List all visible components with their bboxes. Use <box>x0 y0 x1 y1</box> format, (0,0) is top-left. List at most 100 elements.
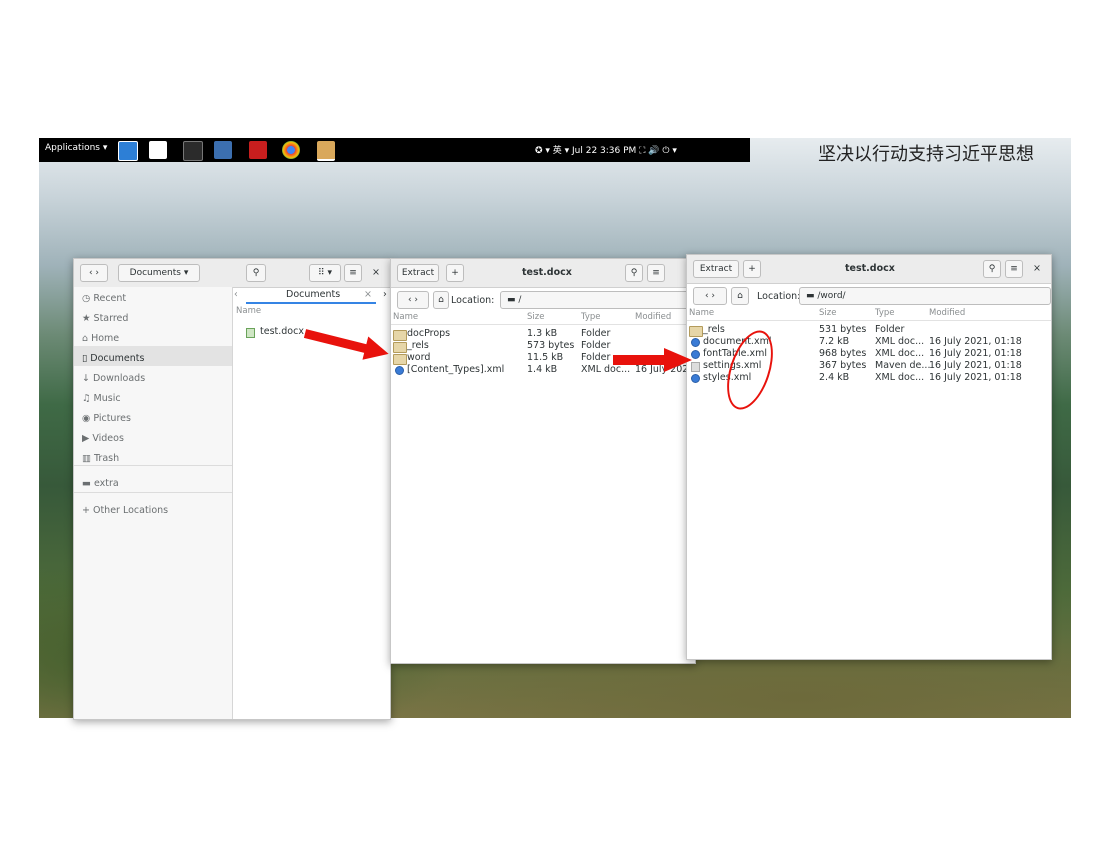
sidebar-item-home[interactable]: ⌂ Home <box>82 333 119 344</box>
top-panel: Applications ▾ ✪ ▾ 英 ▾ Jul 22 3:36 PM ⛶ … <box>39 138 750 162</box>
sidebar-item-pictures[interactable]: ◉ Pictures <box>82 413 131 424</box>
annotation-arrow-2-head <box>664 348 692 372</box>
xml-file-icon <box>691 350 700 359</box>
text-editor-icon[interactable] <box>149 141 167 159</box>
extract-button[interactable]: Extract <box>693 260 739 278</box>
column-header-type[interactable]: Type <box>581 312 601 322</box>
table-row[interactable]: _rels 573 bytes Folder <box>391 340 695 353</box>
archive-manager-icon[interactable] <box>317 141 335 161</box>
sidebar-item-other-locations[interactable]: + Other Locations <box>82 505 168 516</box>
sidebar-item-label: Starred <box>93 313 129 324</box>
menu-icon[interactable]: ≡ <box>344 264 362 282</box>
search-icon[interactable]: ⚲ <box>625 264 643 282</box>
table-row[interactable]: _rels 531 bytes Folder <box>687 324 1051 337</box>
tab-close-icon[interactable]: × <box>364 289 372 300</box>
sidebar-item-documents[interactable]: ▯ Documents <box>82 353 144 364</box>
video-icon: ▶ <box>82 433 93 444</box>
column-header-size[interactable]: Size <box>527 312 544 322</box>
column-header-name[interactable]: Name <box>689 308 714 318</box>
search-icon[interactable]: ⚲ <box>983 260 1001 278</box>
app-launcher-icon[interactable] <box>214 141 232 159</box>
docx-file-icon <box>246 328 255 338</box>
location-entry[interactable]: ▬ /word/ <box>799 287 1051 305</box>
sidebar-item-recent[interactable]: ◷ Recent <box>82 293 126 304</box>
sidebar: ◷ Recent ★ Starred ⌂ Home ▯ Documents ↓ Down… <box>74 287 233 719</box>
system-status-area[interactable]: ✪ ▾ 英 ▾ Jul 22 3:36 PM ⛶ 🔊 ⏻ ▾ <box>535 143 677 156</box>
sidebar-item-label: Music <box>93 393 121 404</box>
cell-name: _rels <box>407 340 429 351</box>
tab-scroll-right[interactable]: › <box>383 289 387 300</box>
table-row[interactable]: docProps 1.3 kB Folder <box>391 328 695 341</box>
sidebar-item-extra[interactable]: ▬ extra <box>82 478 119 489</box>
sidebar-item-trash[interactable]: ▥ Trash <box>82 453 119 464</box>
close-icon[interactable]: × <box>372 267 380 278</box>
sidebar-item-videos[interactable]: ▶ Videos <box>82 433 124 444</box>
sidebar-item-label: Documents <box>90 353 145 364</box>
extract-button[interactable]: Extract <box>397 264 439 282</box>
path-bar-documents[interactable]: Documents ▾ <box>118 264 200 282</box>
cell-type: XML doc... <box>875 348 925 359</box>
close-icon[interactable]: × <box>1033 263 1041 274</box>
sidebar-item-label: + Other Locations <box>82 505 169 516</box>
location-label: Location: <box>451 295 495 306</box>
sidebar-divider <box>74 492 232 493</box>
sidebar-item-label: Videos <box>92 433 124 444</box>
sidebar-item-label: Downloads <box>92 373 146 384</box>
column-header-type[interactable]: Type <box>875 308 895 318</box>
file-manager-window: ‹ › Documents ▾ ⚲ ⠿ ▾ ≡ × ◷ Recent ★ Star… <box>73 258 391 720</box>
location-entry[interactable]: ▬ / <box>500 291 695 309</box>
add-button[interactable]: + <box>743 260 761 278</box>
sidebar-item-label: Recent <box>93 293 127 304</box>
sidebar-item-music[interactable]: ♫ Music <box>82 393 121 404</box>
sidebar-item-label: extra <box>94 478 119 489</box>
sidebar-item-label: Trash <box>94 453 120 464</box>
sidebar-item-starred[interactable]: ★ Starred <box>82 313 128 324</box>
cell-type: Folder <box>581 340 611 351</box>
applications-menu[interactable]: Applications ▾ <box>45 143 107 153</box>
view-options-button[interactable]: ⠿ ▾ <box>309 264 341 282</box>
cell-size: 367 bytes <box>819 360 867 371</box>
cell-modified: 16 July 2021, 01:18 <box>929 336 1022 347</box>
active-tab-indicator <box>246 302 376 304</box>
file-test-docx[interactable]: test.docx <box>260 326 304 337</box>
chrome-icon[interactable] <box>282 141 300 159</box>
home-icon[interactable]: ⌂ <box>731 287 749 305</box>
clock-icon: ◷ <box>82 293 94 304</box>
file-icon <box>691 362 700 372</box>
home-icon: ⌂ <box>82 333 92 344</box>
tab-documents[interactable]: Documents <box>286 289 340 300</box>
back-forward-buttons[interactable]: ‹ › <box>80 264 108 282</box>
menu-icon[interactable]: ≡ <box>1005 260 1023 278</box>
column-header-modified[interactable]: Modified <box>635 312 671 322</box>
camera-icon: ◉ <box>82 413 94 424</box>
xml-file-icon <box>691 374 700 383</box>
search-icon[interactable]: ⚲ <box>246 264 266 282</box>
tab-scroll-left[interactable]: ‹ <box>234 289 238 300</box>
annotation-arrow-2 <box>613 355 665 365</box>
column-header-modified[interactable]: Modified <box>929 308 965 318</box>
column-header-size[interactable]: Size <box>819 308 836 318</box>
menu-icon[interactable]: ≡ <box>647 264 665 282</box>
sidebar-item-downloads[interactable]: ↓ Downloads <box>82 373 145 384</box>
terminal-icon[interactable] <box>183 141 203 161</box>
trash-icon: ▥ <box>82 453 94 464</box>
add-button[interactable]: + <box>446 264 464 282</box>
cell-name: [Content_Types].xml <box>407 364 505 375</box>
back-forward-buttons[interactable]: ‹ › <box>397 291 429 309</box>
cell-type: XML doc... <box>875 372 925 383</box>
music-icon: ♫ <box>82 393 94 404</box>
cell-size: 573 bytes <box>527 340 575 351</box>
column-header-name[interactable]: Name <box>236 306 261 316</box>
cell-modified: 16 July 2021, 01:18 <box>929 372 1022 383</box>
column-header-name[interactable]: Name <box>393 312 418 322</box>
cctv-app-icon[interactable] <box>249 141 267 159</box>
table-row[interactable]: [Content_Types].xml 1.4 kB XML doc... 16 Ju… <box>391 364 695 376</box>
star-icon: ★ <box>82 313 94 324</box>
cell-name: _rels <box>703 324 725 335</box>
xml-file-icon <box>395 366 404 375</box>
files-app-icon[interactable] <box>118 141 138 161</box>
cell-type: XML doc... <box>581 364 631 375</box>
home-icon[interactable]: ⌂ <box>433 291 449 309</box>
back-forward-buttons[interactable]: ‹ › <box>693 287 727 305</box>
header-divider <box>687 320 1051 321</box>
